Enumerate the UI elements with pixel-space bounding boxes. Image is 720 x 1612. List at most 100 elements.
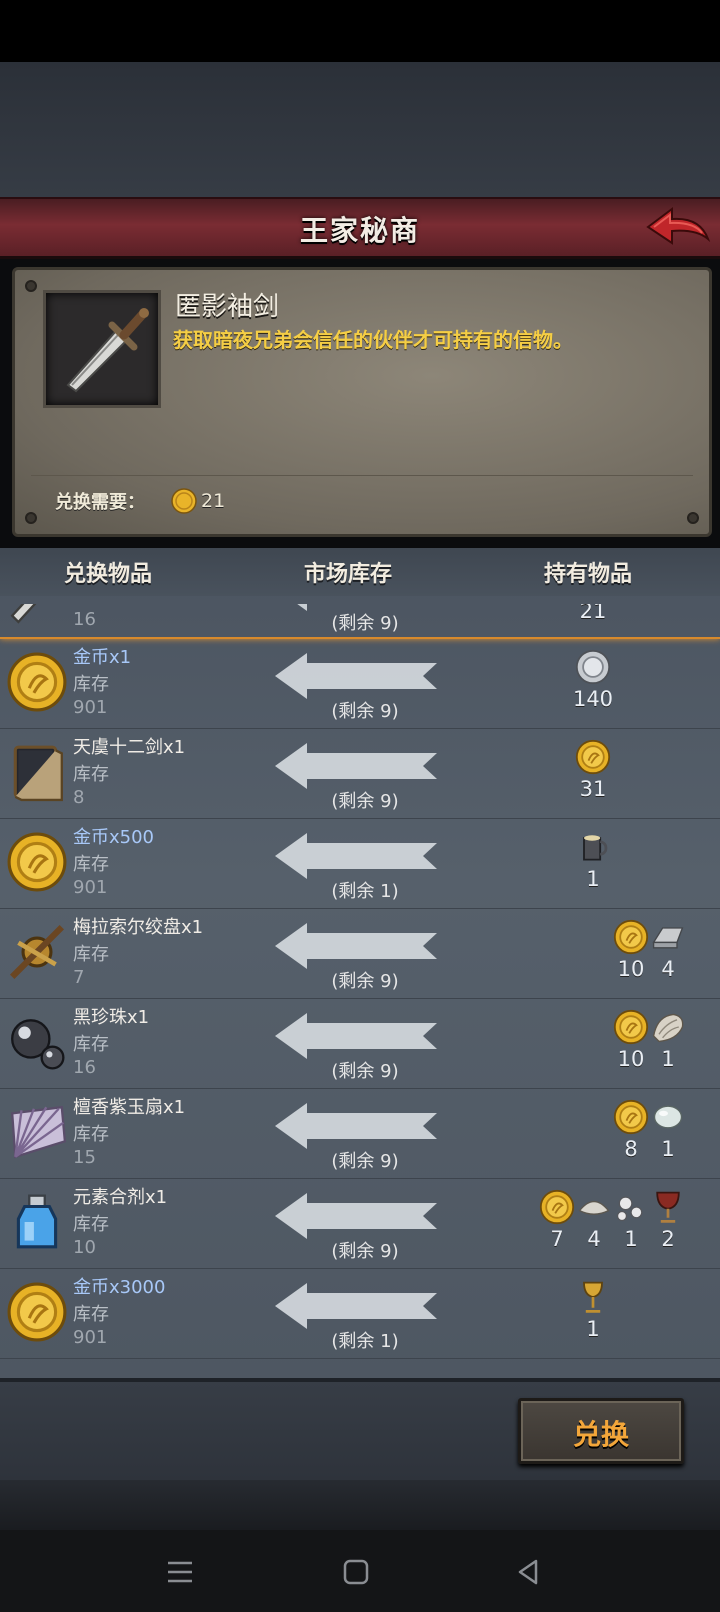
held-item-count: 2 <box>661 1227 675 1251</box>
row-stock-value: 10 <box>73 1237 96 1258</box>
gold-coin-icon <box>7 1282 67 1342</box>
exchange-row[interactable]: 库存16 (剩余 9) 21 <box>0 604 720 639</box>
exchange-row[interactable]: 天虞十二剑x1 库存 8 (剩余 9) 31 <box>0 729 720 819</box>
gold-coin-icon <box>7 652 67 712</box>
pearls-icon <box>616 1196 643 1222</box>
exchange-arrow-icon <box>275 923 437 969</box>
held-item-count: 1 <box>624 1227 638 1251</box>
goblet-icon <box>656 1191 680 1223</box>
fan-icon <box>10 1105 67 1159</box>
golden-chalice-icon <box>583 1281 603 1313</box>
exchange-row[interactable]: 金币x3000 库存 901 (剩余 1) 1 <box>0 1269 720 1359</box>
row-remaining: (剩余 9) <box>331 1061 399 1082</box>
held-item-count: 10 <box>617 1047 645 1071</box>
row-stock-label: 库存 <box>73 854 109 875</box>
row-stock-value: 16 <box>73 609 96 630</box>
exchange-row[interactable]: 黑珍珠x1 库存 16 (剩余 9) 10 1 <box>0 999 720 1089</box>
exchange-button[interactable]: 兑换 <box>518 1398 684 1464</box>
row-stock-value: 15 <box>73 1147 96 1168</box>
row-stock-label: 库存 <box>73 944 109 965</box>
held-item-count: 21 <box>579 604 607 623</box>
gold-coin-icon <box>613 919 649 955</box>
home-icon[interactable] <box>336 1552 376 1592</box>
exchange-arrow-icon <box>275 1193 437 1239</box>
row-remaining: (剩余 9) <box>331 1241 399 1262</box>
held-item: 10 <box>611 919 651 981</box>
exchange-arrow-icon <box>275 653 437 699</box>
row-remaining: (剩余 1) <box>331 1331 399 1352</box>
item-name: 匿影袖剑 <box>175 292 280 322</box>
tankard-icon <box>583 835 608 861</box>
rivet <box>25 512 37 524</box>
column-market-stock: 市场库存 <box>304 562 393 587</box>
black-pearl-icon <box>11 1019 65 1070</box>
row-stock-label: 库存 <box>73 764 109 785</box>
item-image-frame <box>43 290 161 408</box>
held-item-count: 7 <box>550 1227 564 1251</box>
gold-coin-icon <box>171 488 197 514</box>
dagger-icon <box>66 308 149 393</box>
ingot-icon <box>652 927 684 949</box>
page-title: 王家秘商 <box>299 214 420 247</box>
held-item-count: 1 <box>661 1137 675 1161</box>
cost-row: 兑换需要： 21 <box>55 486 225 516</box>
gold-coin-icon <box>613 1099 649 1135</box>
cost-label: 兑换需要： <box>55 492 145 513</box>
exchange-row[interactable]: 元素合剂x1 库存 10 (剩余 9) 7 4 1 2 <box>0 1179 720 1269</box>
rivet <box>687 512 699 524</box>
row-item-name: 天虞十二剑x1 <box>73 737 186 758</box>
bottom-bar: 兑换 <box>0 1378 720 1480</box>
held-item: 2 <box>648 1189 688 1251</box>
exchange-row[interactable]: 金币x1 库存 901 (剩余 9) 140 <box>0 639 720 729</box>
jade-icon <box>653 1105 683 1129</box>
rows-viewport[interactable]: 库存16(剩余 9)21金币x1库存901(剩余 9)140天虞十二剑x1库存8… <box>0 604 720 1376</box>
item-info-panel: 匿影袖剑 获取暗夜兄弟会信任的伙伴才可持有的信物。 兑换需要： 21 <box>12 267 712 537</box>
gold-coin-icon <box>613 1009 649 1045</box>
held-item-count: 140 <box>572 687 614 711</box>
held-item-count: 1 <box>586 1317 600 1341</box>
silver-coin-icon <box>575 649 611 685</box>
status-bar <box>0 0 720 62</box>
row-item-name: 金币x1 <box>73 647 132 668</box>
row-stock-value: 7 <box>73 967 85 988</box>
exchange-arrow-icon <box>275 1103 437 1149</box>
row-item-name: 元素合剂x1 <box>73 1187 168 1208</box>
menu-icon[interactable] <box>160 1552 200 1592</box>
gold-coin-icon <box>575 739 611 775</box>
system-nav-bar <box>0 1530 720 1612</box>
back-arrow-icon[interactable] <box>642 205 712 253</box>
held-item: 10 <box>611 1009 651 1071</box>
exchange-list: 兑换物品 市场库存 持有物品 库存16(剩余 9)21金币x1库存901(剩余 … <box>0 548 720 1378</box>
row-stock-value: 901 <box>73 1327 108 1348</box>
exchange-arrow-icon <box>275 1283 437 1329</box>
cost-value: 21 <box>201 490 226 512</box>
held-item: 31 <box>573 739 613 801</box>
back-icon[interactable] <box>508 1552 548 1592</box>
exchange-arrow-icon <box>275 833 437 879</box>
held-item-count: 4 <box>661 957 675 981</box>
row-stock-label: 库存 <box>73 1034 109 1055</box>
row-stock-label: 库存 <box>73 674 109 695</box>
held-item-count: 31 <box>579 777 607 801</box>
dagger-icon <box>10 604 37 624</box>
exchange-row[interactable]: 金币x500 库存 901 (剩余 1) 1 <box>0 819 720 909</box>
held-item-count: 1 <box>661 1047 675 1071</box>
row-remaining: (剩余 9) <box>331 791 399 812</box>
row-remaining: (剩余 1) <box>331 881 399 902</box>
gold-coin-icon <box>539 1189 575 1225</box>
held-item: 8 <box>611 1099 651 1161</box>
held-item: 4 <box>648 919 688 981</box>
exchange-row[interactable]: 梅拉索尔绞盘x1 库存 7 (剩余 9) 10 4 <box>0 909 720 999</box>
column-held-items: 持有物品 <box>544 562 633 587</box>
shell-icon <box>578 1200 610 1215</box>
backdrop <box>0 62 720 197</box>
divider <box>31 475 693 476</box>
held-item-count: 10 <box>617 957 645 981</box>
held-item: 1 <box>611 1189 651 1251</box>
row-stock-label: 库存 <box>73 1304 109 1325</box>
row-stock-value: 901 <box>73 697 108 718</box>
held-item: 1 <box>573 829 613 891</box>
held-item-count: 1 <box>586 867 600 891</box>
exchange-row[interactable]: 檀香紫玉扇x1 库存 15 (剩余 9) 8 1 <box>0 1089 720 1179</box>
row-remaining: (剩余 9) <box>331 971 399 992</box>
